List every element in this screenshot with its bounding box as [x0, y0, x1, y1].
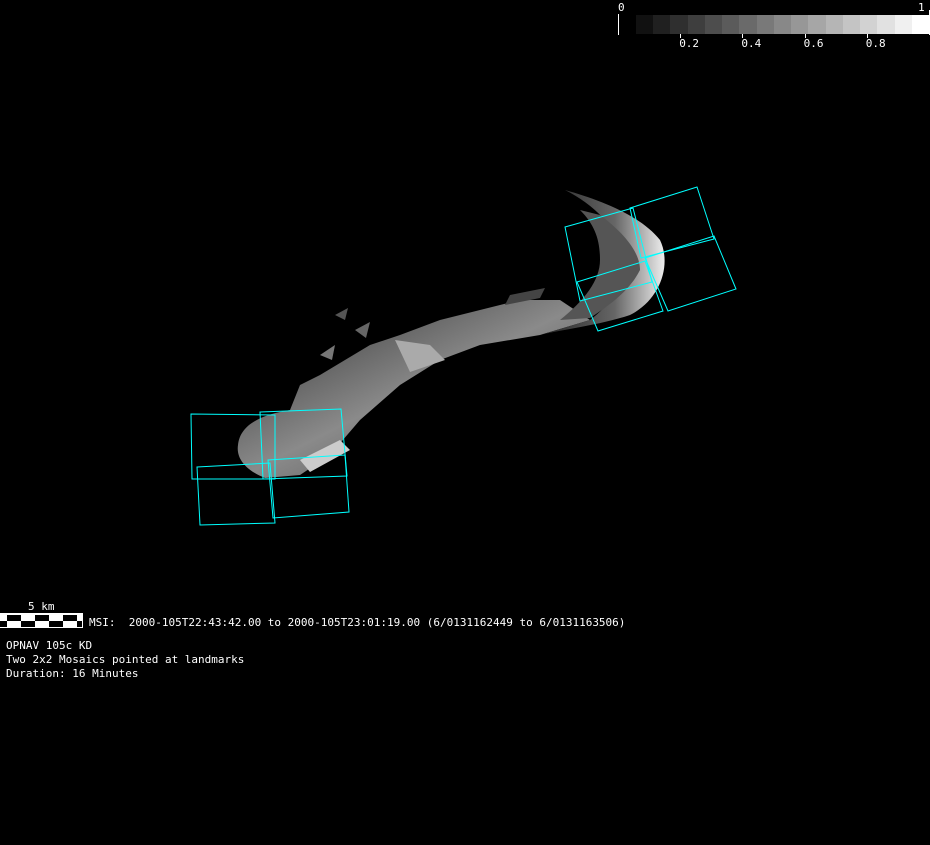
colorbar-min-label: 0	[618, 1, 625, 14]
colorbar-segment	[756, 15, 774, 34]
msi-time-range: MSI: 2000-105T22:43:42.00 to 2000-105T23…	[89, 616, 626, 629]
colorbar-segment	[842, 15, 861, 34]
colorbar: 0 1 0.2 0.4 0.6 0.8	[600, 0, 930, 55]
observation-duration: Duration: 16 Minutes	[6, 667, 139, 680]
colorbar-segment	[670, 15, 688, 34]
colorbar-tick-label: 0.4	[741, 37, 762, 50]
colorbar-segment	[911, 15, 929, 34]
colorbar-tick-label: 0.2	[679, 37, 700, 50]
colorbar-min-tick	[618, 14, 619, 35]
colorbar-segment	[860, 15, 878, 34]
scale-bar-label: 5 km	[28, 600, 55, 613]
asteroid-shape	[237, 190, 665, 478]
colorbar-segment	[704, 15, 723, 34]
colorbar-segment	[894, 15, 912, 34]
colorbar-segment	[808, 15, 826, 34]
colorbar-segment	[739, 15, 757, 34]
colorbar-segment	[722, 15, 740, 34]
colorbar-tick-label: 0.6	[803, 37, 824, 50]
colorbar-segment	[636, 15, 654, 34]
colorbar-segment	[687, 15, 705, 34]
colorbar-max-label: 1	[918, 1, 925, 14]
colorbar-segment	[653, 15, 671, 34]
colorbar-tick-label: 0.8	[865, 37, 886, 50]
observation-description: Two 2x2 Mosaics pointed at landmarks	[6, 653, 245, 666]
observation-title: OPNAV 105c KD	[6, 639, 93, 652]
colorbar-segment	[791, 15, 809, 34]
colorbar-segment	[773, 15, 792, 34]
colorbar-segment	[825, 15, 843, 34]
colorbar-segment	[877, 15, 895, 34]
asteroid-scene	[190, 186, 737, 526]
scale-bar	[0, 613, 83, 628]
